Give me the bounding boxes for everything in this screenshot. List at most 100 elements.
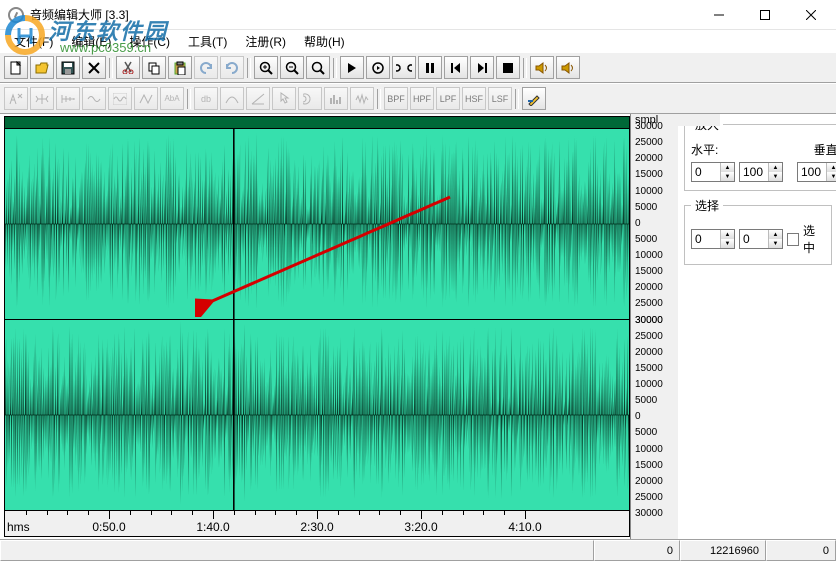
waveform-zone[interactable]: hms 0:50.01:40.02:30.03:20.04:10.0 (4, 116, 630, 537)
fx-ramp-button[interactable] (246, 87, 270, 110)
amp-label: 5000 (635, 427, 657, 438)
ruler-tick-label: 2:30.0 (300, 520, 333, 534)
spin-up-icon[interactable]: ▲ (769, 163, 782, 172)
cut-button[interactable] (116, 56, 140, 79)
spin-down-icon[interactable]: ▼ (827, 172, 836, 181)
fx-envelope-button[interactable] (220, 87, 244, 110)
amp-label: 30000 (635, 121, 663, 132)
sel-start-spinner[interactable]: ▲▼ (691, 229, 735, 249)
status-pos: 0 (594, 540, 680, 561)
zoom-in-button[interactable] (254, 56, 278, 79)
sel-check[interactable]: 选中 (787, 222, 825, 256)
h-zoom-max-input[interactable] (740, 163, 768, 181)
save-button[interactable] (56, 56, 80, 79)
sel-end-input[interactable] (740, 230, 768, 248)
waveform-channel-left[interactable] (5, 129, 629, 320)
spin-up-icon[interactable]: ▲ (721, 163, 734, 172)
amp-label: 20000 (635, 347, 663, 358)
menu-register[interactable]: 注册(R) (237, 31, 294, 52)
waveform-channel-right[interactable] (5, 320, 629, 510)
spin-down-icon[interactable]: ▼ (769, 239, 782, 248)
spin-up-icon[interactable]: ▲ (721, 230, 734, 239)
speaker-right-button[interactable] (556, 56, 580, 79)
toolbar-separator (376, 89, 382, 109)
spin-down-icon[interactable]: ▼ (721, 172, 734, 181)
redo-button[interactable] (220, 56, 244, 79)
menu-edit[interactable]: 编辑(E) (63, 31, 119, 52)
fx-noise-button[interactable] (350, 87, 374, 110)
draw-tool-button[interactable] (522, 87, 546, 110)
close-button[interactable] (788, 0, 834, 30)
amp-label: 15000 (635, 363, 663, 374)
copy-button[interactable] (142, 56, 166, 79)
new-button[interactable] (4, 56, 28, 79)
h-zoom-max-spinner[interactable]: ▲▼ (739, 162, 783, 182)
loop-play-button[interactable] (366, 56, 390, 79)
horizontal-label: 水平: (691, 141, 718, 158)
v-zoom-value-input[interactable] (798, 163, 826, 181)
h-zoom-value-spinner[interactable]: ▲▼ (691, 162, 735, 182)
spin-up-icon[interactable]: ▲ (827, 163, 836, 172)
fx-echo-button[interactable] (298, 87, 322, 110)
h-zoom-value-input[interactable] (692, 163, 720, 181)
select-group: 选择 ▲▼ ▲▼ 选中 (684, 197, 832, 265)
close-file-button[interactable] (82, 56, 106, 79)
amp-label: 0 (635, 218, 641, 229)
filter-hsf-button[interactable]: HSF (462, 87, 486, 110)
amp-label: 10000 (635, 444, 663, 455)
amp-label: 30000 (635, 315, 663, 326)
skip-back-button[interactable] (444, 56, 468, 79)
amp-label: 10000 (635, 186, 663, 197)
toolbar-separator (246, 58, 252, 78)
fx-db-button[interactable]: db (194, 87, 218, 110)
fx-text-button[interactable]: AbA (160, 87, 184, 110)
toolbar-separator (332, 58, 338, 78)
fx-wave2-button[interactable] (108, 87, 132, 110)
checkbox-icon[interactable] (787, 233, 799, 246)
play-button[interactable] (340, 56, 364, 79)
menu-tools[interactable]: 工具(T) (180, 31, 235, 52)
zoom-out-button[interactable] (280, 56, 304, 79)
speaker-left-button[interactable] (530, 56, 554, 79)
maximize-button[interactable] (742, 0, 788, 30)
menu-action[interactable]: 操作(C) (121, 31, 178, 52)
open-button[interactable] (30, 56, 54, 79)
status-cell-main (0, 540, 594, 561)
fx-fade-button[interactable] (56, 87, 80, 110)
amp-label: 10000 (635, 379, 663, 390)
spin-up-icon[interactable]: ▲ (769, 230, 782, 239)
filter-lsf-button[interactable]: LSF (488, 87, 512, 110)
title-bar: 音频编辑大师 [3.3] (0, 0, 836, 30)
fx-amplify-button[interactable] (30, 87, 54, 110)
fx-normalize-button[interactable] (4, 87, 28, 110)
sel-start-input[interactable] (692, 230, 720, 248)
minimize-button[interactable] (696, 0, 742, 30)
pause-button[interactable] (418, 56, 442, 79)
time-ruler[interactable]: hms 0:50.01:40.02:30.03:20.04:10.0 (5, 510, 629, 536)
spin-down-icon[interactable]: ▼ (769, 172, 782, 181)
sel-end-spinner[interactable]: ▲▼ (739, 229, 783, 249)
filter-bpf-button[interactable]: BPF (384, 87, 408, 110)
stop-button[interactable] (496, 56, 520, 79)
fx-wave1-button[interactable] (82, 87, 106, 110)
filter-hpf-button[interactable]: HPF (410, 87, 434, 110)
undo-button[interactable] (194, 56, 218, 79)
zoom-fit-button[interactable] (306, 56, 330, 79)
amp-label: 20000 (635, 282, 663, 293)
paste-button[interactable] (168, 56, 192, 79)
filter-lpf-button[interactable]: LPF (436, 87, 460, 110)
waveform-right-icon (5, 320, 629, 510)
fx-pointer-button[interactable] (272, 87, 296, 110)
v-zoom-value-spinner[interactable]: ▲▼ (797, 162, 836, 182)
fx-spectrum-button[interactable] (324, 87, 348, 110)
menu-help[interactable]: 帮助(H) (296, 31, 353, 52)
ruler-tick-label: 3:20.0 (404, 520, 437, 534)
spin-down-icon[interactable]: ▼ (721, 239, 734, 248)
play-loop-button[interactable] (392, 56, 416, 79)
fx-invert-button[interactable] (134, 87, 158, 110)
menu-file[interactable]: 文件(F) (6, 31, 61, 52)
side-panel: 放大 水平: 垂直: ▲▼ ▲▼ ▲▼ 选择 ▲▼ ▲▼ 选中 (678, 114, 836, 539)
overview-strip[interactable] (5, 117, 629, 129)
status-total: 12216960 (680, 540, 766, 561)
skip-fwd-button[interactable] (470, 56, 494, 79)
